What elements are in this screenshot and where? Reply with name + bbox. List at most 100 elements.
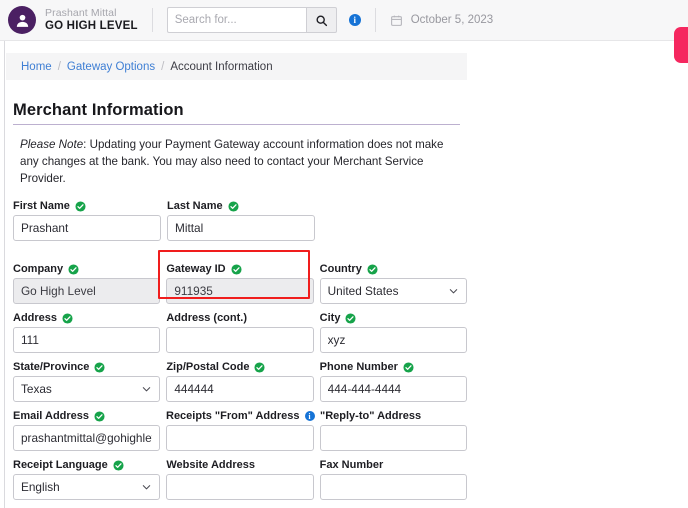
feedback-side-tab[interactable] bbox=[674, 27, 688, 63]
valid-check-icon bbox=[367, 264, 378, 275]
form-row: Address Address (cont.) City bbox=[13, 312, 467, 354]
valid-check-icon bbox=[113, 460, 124, 471]
form-field-zippostal-code: Zip/Postal Code bbox=[166, 361, 314, 403]
breadcrumb-item-gateway-options[interactable]: Gateway Options bbox=[67, 61, 155, 73]
input-gateway-id bbox=[166, 278, 314, 305]
label-text: Phone Number bbox=[319, 361, 398, 374]
input-city[interactable] bbox=[319, 327, 467, 354]
form-row: Company Gateway ID Country United States bbox=[13, 263, 467, 305]
label-zippostal-code: Zip/Postal Code bbox=[166, 361, 313, 373]
form-row: State/Province Texas Zip/Postal Code Phone … bbox=[13, 361, 467, 403]
input-website-address[interactable] bbox=[166, 474, 314, 501]
label-receipts-from-address: Receipts "From" Address i bbox=[166, 410, 315, 422]
search-button[interactable] bbox=[305, 7, 337, 33]
form-row: First Name Last Name bbox=[13, 200, 467, 242]
input-last-name[interactable] bbox=[167, 215, 315, 242]
select-wrapper-receipt-language: English bbox=[13, 474, 161, 501]
label-text: "Reply-to" Address bbox=[320, 410, 422, 423]
label-text: Last Name bbox=[167, 200, 223, 213]
top-header-bar: Prashant Mittal GO HIGH LEVEL i Oct bbox=[0, 0, 688, 41]
label-text: Fax Number bbox=[319, 459, 384, 472]
form-field-fax-number: Fax Number bbox=[319, 459, 467, 501]
user-avatar-icon[interactable] bbox=[8, 6, 36, 34]
page-content: Merchant Information Please Note: Updati… bbox=[6, 80, 467, 508]
form-field-website-address: Website Address bbox=[166, 459, 314, 501]
info-icon[interactable]: i bbox=[304, 411, 315, 422]
form-field-reply-to-address: "Reply-to" Address bbox=[320, 410, 467, 452]
label-text: Gateway ID bbox=[166, 263, 226, 276]
label-address-cont: Address (cont.) bbox=[166, 312, 313, 324]
header-brand-name: GO HIGH LEVEL bbox=[45, 19, 138, 32]
input-fax-number[interactable] bbox=[319, 474, 467, 501]
label-country: Country bbox=[320, 263, 467, 275]
note-body: : Updating your Payment Gateway account … bbox=[20, 138, 444, 185]
label-reply-to-address: "Reply-to" Address bbox=[320, 410, 467, 422]
select-wrapper-country: United States bbox=[319, 278, 467, 305]
label-text: State/Province bbox=[13, 361, 90, 374]
label-text: Address (cont.) bbox=[166, 312, 248, 325]
select-stateprovince[interactable]: Texas bbox=[13, 376, 161, 403]
please-note-text: Please Note: Updating your Payment Gatew… bbox=[20, 137, 454, 187]
input-zippostal-code[interactable] bbox=[166, 376, 314, 403]
collapsed-sidebar-rail[interactable] bbox=[0, 41, 5, 508]
form-field-stateprovince: State/Province Texas bbox=[13, 361, 161, 403]
label-text: Zip/Postal Code bbox=[166, 361, 250, 374]
input-phone-number[interactable] bbox=[319, 376, 467, 403]
input-address[interactable] bbox=[13, 327, 161, 354]
label-text: Country bbox=[319, 263, 362, 276]
header-info-icon[interactable]: i bbox=[348, 14, 361, 26]
select-receipt-language[interactable]: English bbox=[13, 474, 161, 501]
input-address-cont[interactable] bbox=[166, 327, 314, 354]
breadcrumb-item-home[interactable]: Home bbox=[21, 61, 52, 73]
valid-check-icon bbox=[94, 362, 105, 373]
form-row: Receipt Language English Website Address Fa… bbox=[13, 459, 467, 501]
page-title: Merchant Information bbox=[13, 101, 184, 119]
label-first-name: First Name bbox=[13, 200, 161, 212]
label-city: City bbox=[320, 312, 467, 324]
label-address: Address bbox=[13, 312, 160, 324]
valid-check-icon bbox=[94, 411, 105, 422]
input-email-address[interactable] bbox=[13, 425, 160, 452]
valid-check-icon bbox=[231, 264, 242, 275]
valid-check-icon bbox=[403, 362, 414, 373]
title-underline bbox=[13, 124, 460, 125]
form-field-last-name: Last Name bbox=[167, 200, 315, 242]
form-field-gateway-id: Gateway ID bbox=[166, 263, 314, 305]
note-lead: Please Note bbox=[20, 138, 84, 151]
merchant-information-form: First Name Last Name Company Gateway ID Coun… bbox=[13, 200, 467, 508]
label-company: Company bbox=[13, 263, 160, 275]
header-date: October 5, 2023 bbox=[410, 14, 494, 26]
form-field-city: City bbox=[319, 312, 467, 354]
form-row: Email Address Receipts "From" Address i "Re… bbox=[13, 410, 467, 452]
label-last-name: Last Name bbox=[167, 200, 315, 212]
label-phone-number: Phone Number bbox=[320, 361, 467, 373]
label-website-address: Website Address bbox=[166, 459, 313, 471]
header-user-name: Prashant Mittal bbox=[45, 6, 117, 19]
input-first-name[interactable] bbox=[13, 215, 161, 242]
label-receipt-language: Receipt Language bbox=[13, 459, 160, 471]
search-input[interactable] bbox=[166, 7, 306, 33]
valid-check-icon bbox=[68, 264, 79, 275]
form-field-receipt-language: Receipt Language English bbox=[13, 459, 161, 501]
label-email-address: Email Address bbox=[13, 410, 160, 422]
breadcrumb-separator-2: / bbox=[161, 60, 165, 73]
form-field-email-address: Email Address bbox=[13, 410, 160, 452]
breadcrumb: Home / Gateway Options / Account Informa… bbox=[6, 53, 467, 80]
form-field-address-cont: Address (cont.) bbox=[166, 312, 314, 354]
calendar-icon bbox=[390, 14, 403, 27]
form-field-phone-number: Phone Number bbox=[319, 361, 467, 403]
input-reply-to-address[interactable] bbox=[320, 425, 467, 452]
header-divider-1 bbox=[151, 8, 153, 32]
label-text: City bbox=[319, 312, 341, 325]
breadcrumb-item-account-information: Account Information bbox=[170, 60, 273, 73]
brand-block: Prashant Mittal GO HIGH LEVEL bbox=[45, 6, 138, 32]
input-company bbox=[13, 278, 161, 305]
label-text: Email Address bbox=[13, 410, 90, 423]
label-stateprovince: State/Province bbox=[13, 361, 160, 373]
select-country[interactable]: United States bbox=[319, 278, 467, 305]
label-text: Address bbox=[13, 312, 58, 325]
label-text: Receipt Language bbox=[13, 459, 108, 472]
input-receipts-from-address[interactable] bbox=[166, 425, 314, 452]
valid-check-icon bbox=[228, 201, 239, 212]
select-wrapper-stateprovince: Texas bbox=[13, 376, 161, 403]
